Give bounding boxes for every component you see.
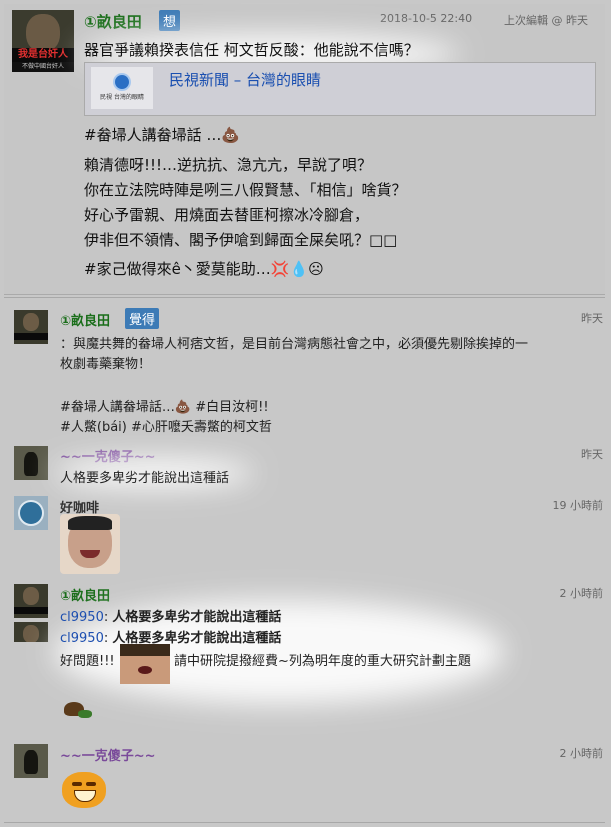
divider xyxy=(4,822,605,823)
post-line: 好心予雷親、用燒面去替匪柯擦冰冷腳倉， xyxy=(84,206,370,224)
comment-time: 19 小時前 xyxy=(552,499,604,512)
edited-label: 上次編輯 @ 昨天 xyxy=(504,14,588,27)
coffee-cup-icon xyxy=(18,500,44,526)
comment-line: #人鱉(bái) #心肝嚒夭壽鱉的柯文哲 xyxy=(60,420,272,435)
cat-eye xyxy=(86,782,96,786)
quote-text: 人格要多卑劣才能說出這種話 xyxy=(112,610,282,625)
post-line: 賴清德呀!!!…逆抗抗、㴔亢亢，早說了唄？ xyxy=(84,156,373,174)
cat-eye xyxy=(72,782,82,786)
avatar-face xyxy=(23,313,39,331)
quote-avatar xyxy=(14,622,48,642)
mood-badge: 覺得 xyxy=(125,308,160,329)
comment-avatar[interactable] xyxy=(14,744,48,778)
comment-avatar[interactable] xyxy=(14,446,48,480)
comment-time: 2 小時前 xyxy=(559,587,604,600)
post-headline: 器官爭議賴揆表信任 柯文哲反酸：他能說不信嗎？ xyxy=(84,41,419,59)
link-thumb-label: 民視 台灣的眼睛 xyxy=(100,94,144,101)
divider xyxy=(4,297,605,298)
sticker-hair xyxy=(120,644,170,656)
avatar-sub-text: 不做中國台奸人 xyxy=(12,62,74,72)
avatar-face xyxy=(23,625,39,642)
author-avatar[interactable]: 我是台奸人 不做中國台奸人 xyxy=(12,10,74,72)
comment-time: 昨天 xyxy=(581,312,603,325)
post-line: #家己做得來ê丶愛莫能助…💢💧☹ xyxy=(84,260,324,278)
dog-silhouette xyxy=(24,452,38,476)
avatar-band xyxy=(14,333,48,340)
turtle-head xyxy=(78,710,92,718)
comment-text: 人格要多卑劣才能說出這種話 xyxy=(60,471,230,486)
quote-line: cl9950: 人格要多卑劣才能說出這種話 xyxy=(60,627,281,646)
rock-sticker xyxy=(120,644,170,684)
comment-author[interactable]: ~~一克傻子~~ xyxy=(60,745,156,764)
laughing-cat-emoji-icon xyxy=(60,768,108,810)
post-line: 伊非但不領情、閣予伊嗆到歸面全屎矣吼？□□ xyxy=(84,231,398,249)
reply-text: 請中研院提撥經費~列為明年度的重大研究計劃主題 xyxy=(174,654,471,669)
face-sticker xyxy=(60,514,120,574)
avatar-band-text: 我是台奸人 xyxy=(12,48,74,62)
comment-avatar[interactable] xyxy=(14,496,48,530)
quote-line: cl9950: 人格要多卑劣才能說出這種話 xyxy=(60,606,281,625)
comment-line: 枚劇毒藥棄物！ xyxy=(60,357,152,372)
comment-author[interactable]: ①畝良田 xyxy=(60,585,110,604)
post-timestamp: 2018-10-5 22:40 xyxy=(380,12,473,25)
sticker-hair xyxy=(68,516,112,530)
post-author[interactable]: ①畝良田 xyxy=(84,11,142,32)
avatar-face xyxy=(23,587,39,605)
mood-badge: 想 xyxy=(159,10,181,31)
post-line: #畚埽人講畚埽話 …💩 xyxy=(84,126,241,144)
post-line: 你在立法院時陣是咧三八假賢慧、「相信」啥貨？ xyxy=(84,181,407,199)
turtle-emoji-icon xyxy=(60,700,92,720)
comment-author[interactable]: ①畝良田 xyxy=(60,310,110,329)
link-title[interactable]: 民視新聞 – 台灣的眼睛 xyxy=(169,69,321,90)
comment-avatar[interactable] xyxy=(14,310,48,344)
quote-user[interactable]: cl9950 xyxy=(60,631,104,646)
eye-logo-icon xyxy=(113,73,131,91)
sticker-mouth xyxy=(138,666,152,674)
avatar-band xyxy=(14,607,48,614)
page: 我是台奸人 不做中國台奸人 ①畝良田 想 2018-10-5 22:40 上次編… xyxy=(0,0,611,827)
avatar-face xyxy=(26,14,60,52)
quote-user[interactable]: cl9950 xyxy=(60,610,104,625)
dog-silhouette xyxy=(24,750,38,774)
comment-time: 2 小時前 xyxy=(559,747,604,760)
reply-prefix: 好問題!!! xyxy=(60,654,115,669)
comment-time: 昨天 xyxy=(581,448,603,461)
link-thumbnail: 民視 台灣的眼睛 xyxy=(91,67,153,109)
comment-line: ：與魔共舞的畚埽人柯痞文哲，是目前台灣病態社會之中，必須優先剔除挨掉的一 xyxy=(60,337,529,352)
comment-line: #畚埽人講畚埽話…💩 #白目汝柯!! xyxy=(60,400,269,415)
link-preview[interactable]: 民視 台灣的眼睛 民視新聞 – 台灣的眼睛 xyxy=(84,62,596,116)
comment-avatar[interactable] xyxy=(14,584,48,618)
